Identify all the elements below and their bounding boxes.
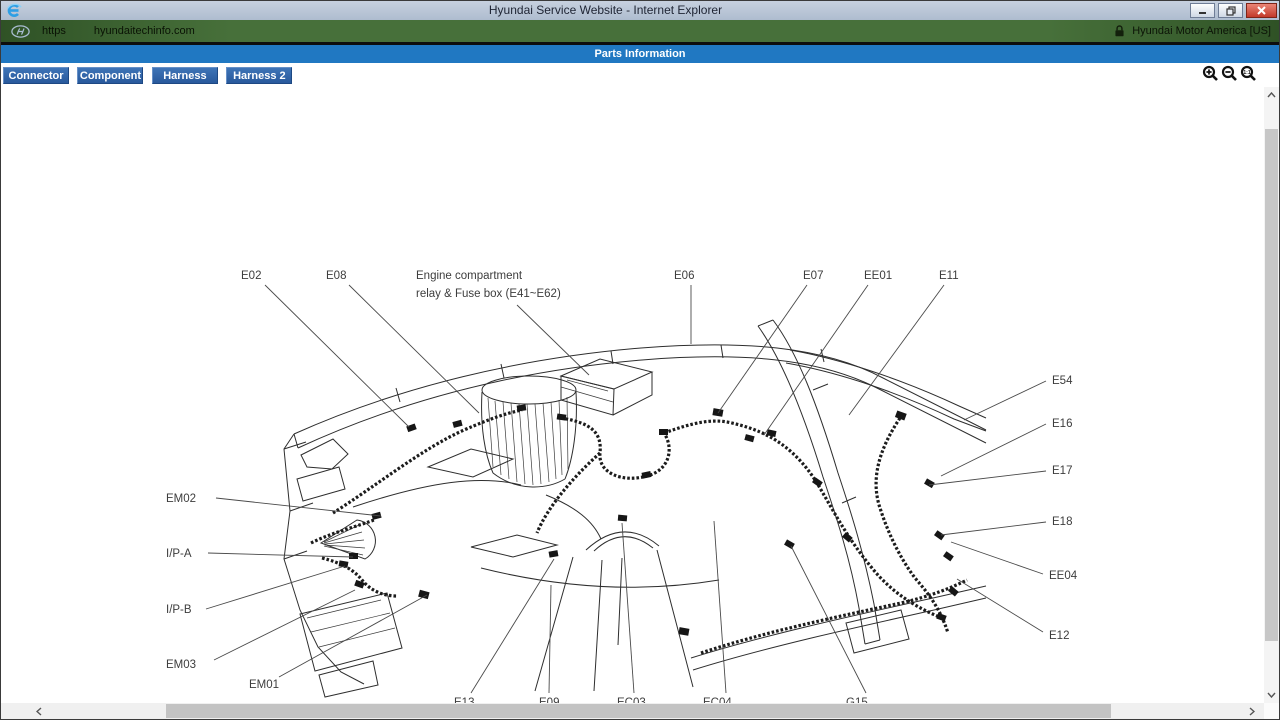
horizontal-scrollbar[interactable] xyxy=(1,703,1264,719)
scroll-right-button[interactable] xyxy=(1244,703,1260,719)
window-title: Hyundai Service Website - Internet Explo… xyxy=(24,1,1187,20)
leader-line-E02 xyxy=(265,285,409,427)
address-bar[interactable]: https hyundaitechinfo.com Hyundai Motor … xyxy=(1,20,1279,42)
scroll-left-button[interactable] xyxy=(31,703,47,719)
zoom-actual-size-icon[interactable]: 1:1 xyxy=(1240,65,1257,82)
window-controls xyxy=(1187,3,1277,18)
leader-line-E18 xyxy=(941,522,1046,535)
leader-line-E54 xyxy=(964,381,1046,420)
diagram-label-E12[interactable]: E12 xyxy=(1049,630,1069,642)
diagram-label-E16[interactable]: E16 xyxy=(1052,418,1072,430)
tab-component[interactable]: Component xyxy=(77,67,143,84)
address-protocol: https xyxy=(42,25,66,37)
close-icon xyxy=(1257,6,1266,15)
minimize-icon xyxy=(1198,6,1207,15)
diagram-viewport: E02 E08 Engine compartmentrelay & Fuse box… xyxy=(1,87,1264,703)
leader-line-EM01 xyxy=(279,595,427,677)
connector-blobs xyxy=(339,404,959,635)
wiring-harness-diagram: E02 E08 Engine compartmentrelay & Fuse box… xyxy=(1,87,1280,720)
leader-line-G15 xyxy=(791,546,866,693)
address-url[interactable]: hyundaitechinfo.com xyxy=(94,25,195,37)
diagram-label-E08[interactable]: E08 xyxy=(326,270,346,282)
tab-connector[interactable]: Connector xyxy=(3,67,69,84)
leader-line-IP-A xyxy=(208,553,353,557)
diagram-label-EM03[interactable]: EM03 xyxy=(166,659,196,671)
horizontal-scroll-thumb[interactable] xyxy=(166,704,1111,718)
scrollbar-corner xyxy=(1264,703,1279,719)
restore-button[interactable] xyxy=(1218,3,1243,18)
diagram-label-EM01[interactable]: EM01 xyxy=(249,679,279,691)
tab-harness-2[interactable]: Harness 2 xyxy=(226,67,292,84)
certificate-identity[interactable]: Hyundai Motor America [US] xyxy=(1113,24,1271,38)
tab-harness[interactable]: Harness xyxy=(152,67,218,84)
title-bar: Hyundai Service Website - Internet Explo… xyxy=(1,1,1279,20)
diagram-label-E11[interactable]: E11 xyxy=(939,270,959,282)
chevron-right-icon xyxy=(1249,707,1255,716)
diagram-label-E07[interactable]: E07 xyxy=(803,270,823,282)
vertical-scroll-thumb[interactable] xyxy=(1265,129,1278,641)
diagram-label-EE01[interactable]: EE01 xyxy=(864,270,892,282)
diagram-label-EE04[interactable]: EE04 xyxy=(1049,570,1078,582)
scroll-down-button[interactable] xyxy=(1264,687,1279,703)
leader-line-E08 xyxy=(349,285,479,413)
diagram-label-E02[interactable]: E02 xyxy=(241,270,261,282)
restore-icon xyxy=(1226,6,1236,16)
leader-line-EM03 xyxy=(214,590,355,660)
diagram-artwork xyxy=(284,320,986,697)
diagram-label-fusebox-note[interactable]: Engine compartmentrelay & Fuse box (E41~… xyxy=(416,270,561,300)
minimize-button[interactable] xyxy=(1190,3,1215,18)
leader-line-E16 xyxy=(941,424,1046,476)
toolbar: Connector Component Harness Harness 2 1:… xyxy=(1,63,1279,87)
certificate-identity-label: Hyundai Motor America [US] xyxy=(1132,25,1271,37)
leader-line-EE04 xyxy=(951,542,1043,574)
zoom-in-icon[interactable] xyxy=(1202,65,1219,82)
browser-window: Hyundai Service Website - Internet Explo… xyxy=(0,0,1280,720)
leader-line-E12 xyxy=(957,579,1043,632)
leader-line-EM02 xyxy=(216,498,381,516)
lock-icon xyxy=(1113,24,1126,38)
diagram-label-IP-A[interactable]: I/P-A xyxy=(166,548,192,560)
zoom-out-icon[interactable] xyxy=(1221,65,1238,82)
leader-line-E13 xyxy=(471,559,554,693)
hyundai-logo-icon xyxy=(11,25,30,38)
page-title: Parts Information xyxy=(1,45,1279,63)
vertical-scrollbar[interactable] xyxy=(1264,87,1279,703)
leader-line-EC03 xyxy=(622,523,634,693)
leader-line-EC04 xyxy=(714,521,726,693)
chevron-up-icon xyxy=(1267,92,1276,98)
svg-text:1:1: 1:1 xyxy=(1243,70,1250,76)
scroll-up-button[interactable] xyxy=(1264,87,1279,103)
close-button[interactable] xyxy=(1246,3,1277,18)
chevron-down-icon xyxy=(1267,692,1276,698)
leader-line-IP-B xyxy=(206,566,345,609)
diagram-label-E06[interactable]: E06 xyxy=(674,270,694,282)
harness-runs xyxy=(311,410,967,653)
diagram-label-E18[interactable]: E18 xyxy=(1052,516,1072,528)
diagram-label-E54[interactable]: E54 xyxy=(1052,375,1073,387)
diagram-label-EM02[interactable]: EM02 xyxy=(166,493,196,505)
leader-line-fusebox-note xyxy=(517,305,589,375)
chevron-left-icon xyxy=(36,707,42,716)
ie-logo-icon xyxy=(4,2,24,19)
diagram-label-IP-B[interactable]: I/P-B xyxy=(166,604,192,616)
leader-line-E11 xyxy=(849,285,944,415)
diagram-label-E17[interactable]: E17 xyxy=(1052,465,1072,477)
zoom-tools: 1:1 xyxy=(1200,65,1257,82)
diagram-labels: E02 E08 Engine compartmentrelay & Fuse box… xyxy=(166,270,1078,709)
